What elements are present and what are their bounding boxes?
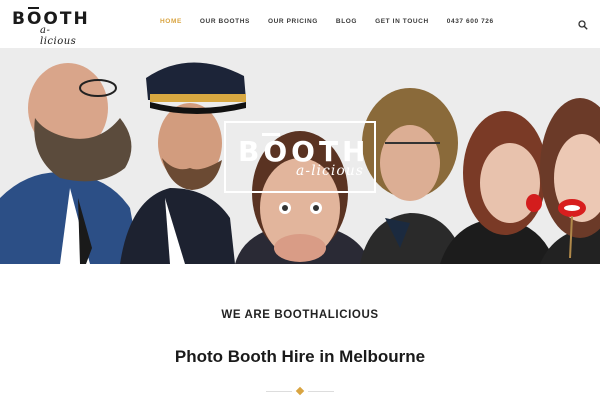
nav-item-our-booths[interactable]: OUR BOOTHS (200, 18, 250, 25)
hero-banner: BOOTH a-licious (0, 48, 600, 264)
main-nav: HOME OUR BOOTHS OUR PRICING BLOG GET IN … (160, 18, 494, 25)
logo-sub-text: a-licious (40, 25, 77, 47)
search-icon[interactable] (578, 17, 588, 30)
nav-item-home[interactable]: HOME (160, 18, 182, 25)
nav-item-get-in-touch[interactable]: GET IN TOUCH (375, 18, 429, 25)
divider-line-left (266, 391, 292, 392)
site-header: BOOTH a-licious HOME OUR BOOTHS OUR PRIC… (0, 0, 600, 48)
section-divider (266, 386, 334, 396)
intro-heading: WE ARE BOOTHALICIOUS (221, 309, 379, 321)
page-title: Photo Booth Hire in Melbourne (174, 347, 426, 366)
hero-logo-sub-text: a-licious (296, 163, 364, 179)
nav-item-our-pricing[interactable]: OUR PRICING (268, 18, 318, 25)
divider-line-right (308, 391, 334, 392)
nav-item-phone[interactable]: 0437 600 726 (447, 18, 494, 25)
diamond-icon (295, 386, 305, 396)
hero-logo: BOOTH a-licious (224, 121, 376, 193)
nav-item-blog[interactable]: BLOG (336, 18, 357, 25)
site-logo[interactable]: BOOTH a-licious (12, 7, 88, 47)
